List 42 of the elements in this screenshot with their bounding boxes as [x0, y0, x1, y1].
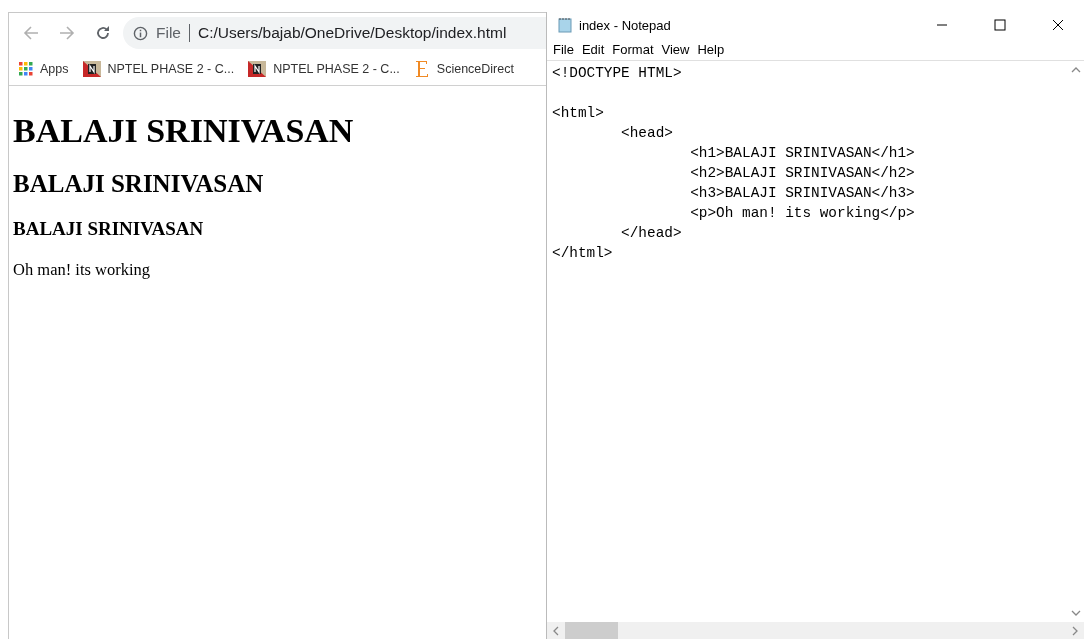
- logo-icon: [413, 60, 430, 78]
- back-arrow-icon: [23, 25, 39, 41]
- menu-item[interactable]: Edit: [578, 41, 608, 57]
- window-title: index - Notepad: [579, 17, 672, 33]
- code-line: <html>: [552, 104, 605, 123]
- bookmark[interactable]: NPTEL PHASE 2 - C...: [248, 61, 400, 77]
- bookmark[interactable]: Apps: [19, 62, 69, 76]
- page-heading: BALAJI SRINIVASAN: [13, 170, 265, 198]
- code-line: <!DOCTYPE HTML>: [552, 64, 683, 83]
- code-line: <p>Oh man! its working</p>: [689, 204, 916, 223]
- logo-icon: [248, 61, 267, 77]
- close-icon: [1052, 19, 1064, 31]
- page-paragraph: Oh man! its working: [13, 260, 152, 280]
- code-line: </html>: [552, 244, 614, 263]
- address-bar[interactable]: File C:/Users/bajab/OneDrive/Desktop/index.html: [123, 17, 546, 49]
- info-icon: [133, 25, 148, 41]
- code-line: <h1>BALAJI SRINIVASAN</h1>: [689, 144, 916, 163]
- code-line: <head>: [620, 124, 674, 143]
- bookmark[interactable]: NPTEL PHASE 2 - C...: [82, 61, 235, 77]
- code-line: </head>: [620, 224, 683, 243]
- page-heading: BALAJI SRINIVASAN: [13, 218, 205, 240]
- scheme-label: File: [156, 24, 190, 42]
- scroll-down-icon[interactable]: [1071, 608, 1081, 618]
- bookmark[interactable]: ScienceDirect: [413, 60, 514, 78]
- notepad-icon: [557, 17, 573, 33]
- code-line: <h3>BALAJI SRINIVASAN</h3>: [689, 184, 916, 203]
- reload-icon: [95, 25, 111, 41]
- code-line: <h2>BALAJI SRINIVASAN</h2>: [689, 164, 916, 183]
- menu-item[interactable]: File: [550, 41, 577, 57]
- maximize-icon: [994, 19, 1006, 31]
- scroll-left-icon[interactable]: [551, 625, 561, 636]
- url-text: C:/Users/bajab/OneDrive/Desktop/index.html: [198, 24, 507, 42]
- menu-item[interactable]: View: [658, 41, 693, 57]
- apps-grid-icon: [19, 62, 33, 76]
- page-heading: BALAJI SRINIVASAN: [13, 112, 355, 150]
- logo-icon: [82, 61, 101, 77]
- menu-item[interactable]: Format: [609, 41, 657, 57]
- menu-item[interactable]: Help: [694, 41, 728, 57]
- scrollbar-thumb[interactable]: [565, 622, 618, 639]
- forward-arrow-icon: [59, 25, 75, 41]
- scroll-up-icon[interactable]: [1071, 65, 1081, 75]
- scroll-right-icon[interactable]: [1070, 625, 1080, 636]
